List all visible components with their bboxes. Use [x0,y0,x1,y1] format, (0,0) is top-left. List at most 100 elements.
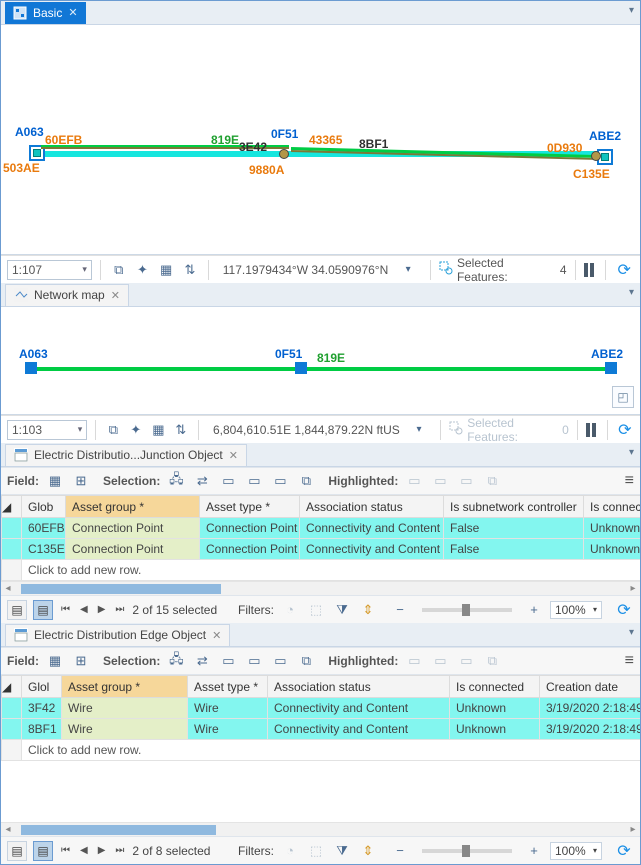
cell-assoc[interactable]: Connectivity and Content [300,539,444,560]
col-created[interactable]: Creation date [540,676,641,698]
cell-assoc[interactable]: Connectivity and Content [268,719,450,740]
cell-group[interactable]: Wire [62,719,188,740]
attr2-table[interactable]: ◢ Glol Asset group * Asset type * Associ… [1,675,640,761]
sel-switch-icon[interactable]: ⇄ [192,651,212,671]
last-icon[interactable]: ⏭ [113,845,126,856]
tool-grid-icon[interactable]: ✦ [133,260,153,280]
selected-features[interactable]: Selected Features: 4 [439,256,567,284]
zoom-out-icon[interactable]: − [390,841,410,861]
table-row[interactable]: 8BF1 Wire Wire Connectivity and Content … [2,719,641,740]
filter-updown-icon[interactable]: ⇕ [358,600,378,620]
col-asset-type[interactable]: Asset type * [200,496,300,518]
nm-node-0f51[interactable] [295,362,307,374]
refresh-icon[interactable]: ⟳ [614,600,634,620]
tab-network-map[interactable]: Network map ✕ [5,284,129,306]
cell-type[interactable]: Connection Point [200,518,300,539]
table-row[interactable]: C135E Connection Point Connection Point … [2,539,641,560]
cell-type[interactable]: Wire [188,698,268,719]
field-calc-icon[interactable]: ⊞ [71,651,91,671]
cell-glob[interactable]: C135E [22,539,66,560]
col-isconn[interactable]: Is connect [584,496,641,518]
prev-icon[interactable]: ◀ [78,604,90,615]
next-icon[interactable]: ▶ [96,604,108,615]
panel-menu-icon[interactable]: ▾ [629,627,634,638]
junction-mid[interactable] [279,149,289,159]
scroll-left-icon[interactable]: ◂ [1,824,15,835]
refresh-icon[interactable]: ⟳ [616,420,634,440]
sel-all-icon[interactable]: ▭ [218,471,238,491]
col-asset-group[interactable]: Asset group * [66,496,200,518]
col-glob[interactable]: Glol [22,676,62,698]
view-all-button[interactable]: ▤ [7,600,27,620]
sel-clear-icon[interactable]: ▭ [244,471,264,491]
panel-menu-icon[interactable]: ▾ [629,5,634,16]
view-selected-button[interactable]: ▤ [33,600,53,620]
nm-node-abe2[interactable] [605,362,617,374]
chevron-down-icon[interactable]: ▾ [398,260,418,280]
tool-grid-icon[interactable]: ✦ [127,420,145,440]
sel-clear-icon[interactable]: ▭ [244,651,264,671]
col-assoc-status[interactable]: Association status [300,496,444,518]
cell-group[interactable]: Wire [62,698,188,719]
scroll-left-icon[interactable]: ◂ [1,583,15,594]
table-row[interactable]: 60EFB Connection Point Connection Point … [2,518,641,539]
last-icon[interactable]: ⏭ [113,604,126,615]
tool-snap-icon[interactable]: ⧉ [104,420,122,440]
filter-updown-icon[interactable]: ⇕ [358,841,378,861]
hamburger-icon[interactable]: ≡ [625,652,634,670]
filter-funnel-icon[interactable]: ⧩ [332,600,352,620]
cell-group[interactable]: Connection Point [66,539,200,560]
zoom-select[interactable]: 100% ▾ [550,842,602,860]
zoom-in-icon[interactable]: + [524,600,544,620]
zoom-out-icon[interactable]: − [390,600,410,620]
cell-glob[interactable]: 3F42 [22,698,62,719]
close-icon[interactable]: ✕ [212,629,221,642]
refresh-icon[interactable]: ⟳ [614,841,634,861]
view-all-button[interactable]: ▤ [7,841,27,861]
hamburger-icon[interactable]: ≡ [625,472,634,490]
cell-crt[interactable]: 3/19/2020 2:18:49 P [540,698,641,719]
cell-conn[interactable]: Unknown [450,698,540,719]
cell-glob[interactable]: 60EFB [22,518,66,539]
col-assoc-status[interactable]: Association status [268,676,450,698]
attr1-table[interactable]: ◢ Glob Asset group * Asset type * Associ… [1,495,640,581]
tool-swap-icon[interactable]: ⇅ [172,420,190,440]
col-asset-group[interactable]: Asset group * [62,676,188,698]
pause-icon[interactable] [586,423,599,437]
diagram-canvas-networkmap[interactable]: A063 0F51 819E ABE2 ◰ [1,307,640,415]
close-icon[interactable]: ✕ [68,6,77,19]
panel-menu-icon[interactable]: ▾ [629,447,634,458]
cell-crt[interactable]: 3/19/2020 2:18:49 P [540,719,641,740]
sel-all-icon[interactable]: ▭ [218,651,238,671]
sel-related-icon[interactable]: 🖧 [166,471,186,491]
cell-sub[interactable]: False [444,539,584,560]
add-row[interactable]: Click to add new row. [2,740,641,761]
tool-swap-icon[interactable]: ⇅ [180,260,200,280]
attr2-hscroll[interactable]: ◂ ▸ [1,822,640,836]
scroll-right-icon[interactable]: ▸ [626,583,640,594]
cell-assoc[interactable]: Connectivity and Content [268,698,450,719]
refresh-icon[interactable]: ⟳ [614,260,634,280]
pause-icon[interactable] [584,263,598,277]
cell-sub[interactable]: False [444,518,584,539]
tab-basic[interactable]: Basic ✕ [5,2,86,24]
sel-related-icon[interactable]: 🖧 [166,651,186,671]
zoom-select[interactable]: 100% ▾ [550,601,602,619]
close-icon[interactable]: ✕ [229,449,238,462]
col-glob[interactable]: Glob [22,496,66,518]
scale-select[interactable]: 1:107 ▾ [7,260,92,280]
tool-snap-icon[interactable]: ⧉ [109,260,129,280]
tool-table-icon[interactable]: ▦ [149,420,167,440]
tool-table-icon[interactable]: ▦ [156,260,176,280]
cell-group[interactable]: Connection Point [66,518,200,539]
first-icon[interactable]: ⏮ [59,604,72,615]
scroll-right-icon[interactable]: ▸ [626,824,640,835]
selected-features[interactable]: Selected Features: 0 [449,416,569,444]
col-asset-type[interactable]: Asset type * [188,676,268,698]
table-row[interactable]: 3F42 Wire Wire Connectivity and Content … [2,698,641,719]
zoom-slider[interactable] [422,849,512,853]
field-add-icon[interactable]: ▦ [45,471,65,491]
zoom-in-icon[interactable]: + [524,841,544,861]
sel-copy-icon[interactable]: ⧉ [296,471,316,491]
chevron-down-icon[interactable]: ▾ [410,420,428,440]
